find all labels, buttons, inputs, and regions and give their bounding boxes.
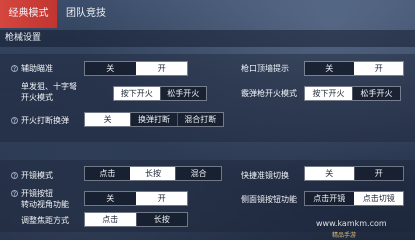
- scope-mode-mixed-option[interactable]: 混合: [175, 167, 222, 180]
- shotgun-fire-toggle: 按下开火 松手开火: [304, 86, 401, 101]
- tab-team-deathmatch[interactable]: 团队竞技: [63, 0, 109, 28]
- single-fire-press-option[interactable]: 按下开火: [114, 87, 160, 100]
- single-fire-toggle: 按下开火 松手开火: [113, 86, 207, 101]
- fire-interrupt-mixed-option[interactable]: 混合打断: [176, 113, 223, 126]
- quick-scope-toggle: 关 开: [304, 166, 404, 181]
- shotgun-fire-label: 霰弹枪开火模式: [241, 89, 297, 98]
- section-title: 枪械设置: [0, 30, 415, 47]
- scope-mode-label: 开镜模式: [21, 171, 53, 180]
- focus-mode-label: 调整焦距方式: [21, 216, 69, 225]
- scope-button-toggle: 关 开: [84, 191, 188, 206]
- scope-button-off-option[interactable]: 关: [85, 192, 136, 205]
- scope-button-label-line1: 开镜按钮: [21, 189, 53, 198]
- mode-tab-bar: 经典模式 团队竞技: [0, 0, 415, 28]
- fire-interrupt-reload-option[interactable]: 换弹打断: [130, 113, 177, 126]
- focus-mode-hold-option[interactable]: 长按: [135, 213, 187, 226]
- shotgun-fire-release-option[interactable]: 松手开火: [352, 87, 400, 100]
- fire-interrupt-toggle: 关 换弹打断 混合打断: [84, 112, 224, 127]
- aim-assist-toggle: 关 开: [84, 61, 188, 76]
- focus-mode-tap-option[interactable]: 点击: [85, 213, 136, 226]
- scope-button-label-line2: 转动视角功能: [21, 200, 69, 209]
- side-scope-toggle: 点击开镜 点击切镜: [304, 191, 404, 206]
- shotgun-fire-press-option[interactable]: 按下开火: [305, 87, 352, 100]
- muzzle-hint-on-option[interactable]: 开: [353, 62, 403, 75]
- help-icon[interactable]: ?: [11, 172, 18, 180]
- scope-button-on-option[interactable]: 开: [135, 192, 187, 205]
- focus-mode-toggle: 点击 长按: [84, 212, 188, 227]
- help-icon[interactable]: ?: [11, 65, 18, 73]
- side-scope-tap-open-option[interactable]: 点击开镜: [305, 192, 354, 205]
- side-scope-tap-switch-option[interactable]: 点击切镜: [353, 192, 403, 205]
- single-fire-release-option[interactable]: 松手开火: [159, 87, 206, 100]
- fire-interrupt-label: 开火打断换弹: [21, 116, 69, 125]
- muzzle-hint-toggle: 关 开: [304, 61, 404, 76]
- help-icon[interactable]: ?: [11, 117, 18, 125]
- single-fire-label-line2: 开火模式: [21, 93, 53, 102]
- scope-mode-tap-option[interactable]: 点击: [85, 167, 130, 180]
- scope-mode-toggle: 点击 长按 混合: [84, 166, 222, 181]
- aim-assist-off-option[interactable]: 关: [85, 62, 136, 75]
- aim-assist-on-option[interactable]: 开: [135, 62, 187, 75]
- muzzle-hint-label: 枪口顶墙提示: [241, 64, 289, 73]
- single-fire-label-line1: 单发狙、十字弩: [21, 82, 77, 91]
- quick-scope-off-option[interactable]: 关: [305, 167, 354, 180]
- quick-scope-on-option[interactable]: 开: [353, 167, 403, 180]
- scope-mode-hold-option[interactable]: 长按: [129, 167, 176, 180]
- side-scope-label: 侧面镜按钮功能: [241, 195, 297, 204]
- quick-scope-label: 快捷准镜切换: [241, 171, 289, 180]
- fire-interrupt-off-option[interactable]: 关: [85, 113, 131, 126]
- aim-assist-label: 辅助瞄准: [21, 64, 53, 73]
- watermark-url: www.kamkm.com: [316, 219, 387, 228]
- muzzle-hint-off-option[interactable]: 关: [305, 62, 354, 75]
- help-icon[interactable]: ?: [11, 190, 18, 198]
- tab-classic-mode[interactable]: 经典模式: [0, 0, 57, 28]
- watermark-subtitle: 精品手游: [332, 232, 357, 239]
